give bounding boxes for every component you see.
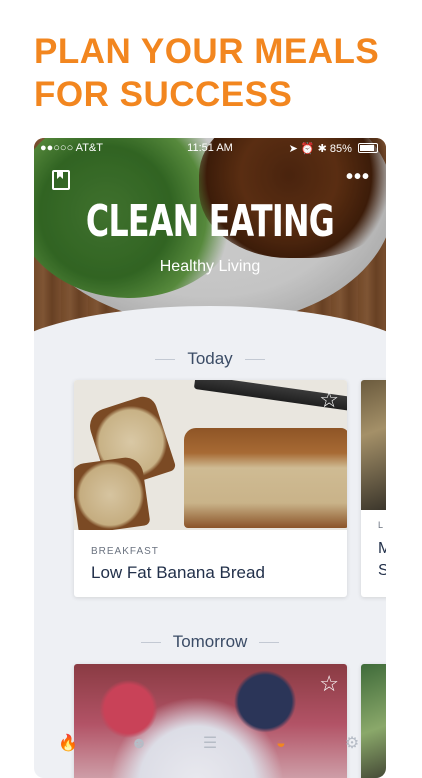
phone-screen: ●●○○○ AT&T 11:51 AM ➤ ⏰ ✱ 85% ••• CLEAN … — [34, 138, 386, 778]
meal-photo — [361, 664, 386, 778]
smiley-icon[interactable]: ☻ — [129, 734, 149, 754]
meal-photo — [361, 380, 386, 510]
meal-card[interactable]: ☆ BREAKFAST Low Fat Banana Bread — [74, 380, 347, 597]
divider — [259, 642, 280, 644]
meal-title: Low Fat Banana Bread — [91, 563, 265, 582]
next-meal-card-peek[interactable]: L M S — [361, 380, 386, 597]
flame-icon[interactable]: 🔥 — [58, 734, 78, 754]
section-header-today: Today — [34, 349, 386, 369]
meal-bowl-icon[interactable]: ◒ — [271, 734, 291, 754]
banana-bread-loaf-image — [184, 428, 347, 528]
battery-percent: 85% — [329, 143, 352, 155]
meal-card[interactable]: ☆ — [74, 664, 347, 778]
meal-photo-berries — [74, 664, 347, 778]
battery-level-fill — [360, 145, 374, 151]
headline-line-2: FOR SUCCESS — [34, 75, 293, 114]
section-label: Today — [187, 349, 233, 368]
divider — [155, 359, 176, 361]
recipe-icon[interactable]: ☰ — [200, 734, 220, 754]
meal-title: M S — [378, 540, 386, 579]
promo-headline: PLAN YOUR MEALS FOR SUCCESS — [34, 30, 414, 116]
status-bar: ●●○○○ AT&T 11:51 AM ➤ ⏰ ✱ 85% — [34, 138, 386, 158]
settings-gear-icon[interactable]: ⚙ — [342, 734, 362, 754]
section-header-tomorrow: Tomorrow — [34, 632, 386, 652]
meal-photo-banana-bread — [74, 380, 347, 530]
hero-title: CLEAN EATING — [85, 196, 335, 247]
bluetooth-icon: ✱ — [317, 143, 327, 155]
alarm-icon: ⏰ — [300, 143, 315, 155]
divider — [244, 359, 265, 361]
meal-category: L — [378, 520, 384, 530]
bookmark-icon[interactable] — [52, 170, 70, 190]
next-meal-card-peek[interactable] — [361, 664, 386, 778]
section-label: Tomorrow — [172, 632, 248, 651]
hero-subtitle: Healthy Living — [159, 258, 261, 275]
meal-category: BREAKFAST — [91, 546, 159, 557]
divider — [140, 642, 161, 644]
favorite-star-icon[interactable]: ☆ — [319, 673, 339, 695]
location-arrow-icon: ➤ — [288, 143, 298, 155]
headline-line-1: PLAN YOUR MEALS — [34, 32, 380, 71]
battery-icon — [358, 143, 378, 153]
more-dots-icon[interactable]: ••• — [346, 166, 370, 189]
tab-bar: 🔥 ☻ ☰ ◒ ⚙ — [34, 734, 386, 754]
favorite-star-icon[interactable]: ☆ — [319, 389, 339, 411]
